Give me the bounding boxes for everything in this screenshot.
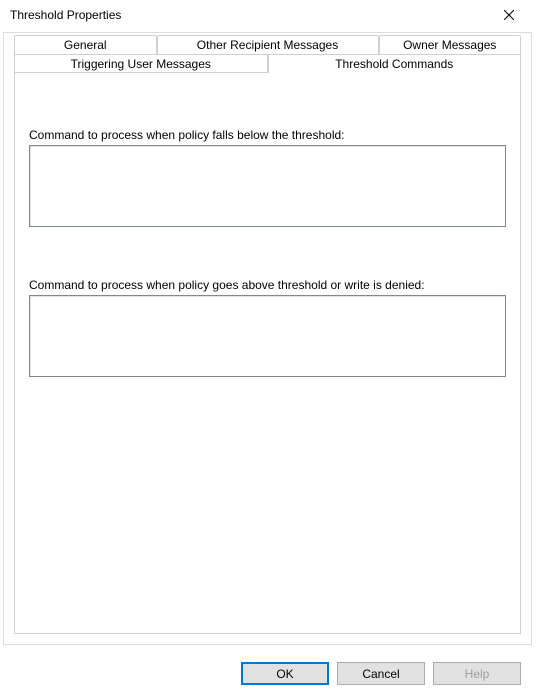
tab-general[interactable]: General	[14, 35, 157, 54]
cancel-button[interactable]: Cancel	[337, 662, 425, 685]
tab-owner-messages[interactable]: Owner Messages	[379, 35, 522, 54]
close-button[interactable]	[489, 1, 529, 29]
tab-strip: General Other Recipient Messages Owner M…	[4, 33, 531, 73]
ok-button[interactable]: OK	[241, 662, 329, 685]
textarea-command-above[interactable]	[29, 295, 506, 377]
help-button: Help	[433, 662, 521, 685]
window-title: Threshold Properties	[10, 8, 121, 22]
tab-panel-threshold-commands: Command to process when policy falls bel…	[14, 72, 521, 634]
tab-other-recipient-messages[interactable]: Other Recipient Messages	[157, 35, 379, 54]
textarea-command-below[interactable]	[29, 145, 506, 227]
field-group-below: Command to process when policy falls bel…	[29, 128, 506, 230]
tab-row-1: General Other Recipient Messages Owner M…	[14, 35, 521, 54]
label-command-below: Command to process when policy falls bel…	[29, 128, 506, 142]
tab-triggering-user-messages[interactable]: Triggering User Messages	[14, 54, 268, 73]
dialog-body: General Other Recipient Messages Owner M…	[3, 32, 532, 645]
tab-threshold-commands[interactable]: Threshold Commands	[268, 54, 522, 74]
tab-row-2: Triggering User Messages Threshold Comma…	[14, 54, 521, 73]
field-group-above: Command to process when policy goes abov…	[29, 278, 506, 380]
titlebar: Threshold Properties	[0, 0, 537, 30]
close-icon	[504, 10, 514, 20]
label-command-above: Command to process when policy goes abov…	[29, 278, 506, 292]
button-row: OK Cancel Help	[241, 662, 521, 685]
